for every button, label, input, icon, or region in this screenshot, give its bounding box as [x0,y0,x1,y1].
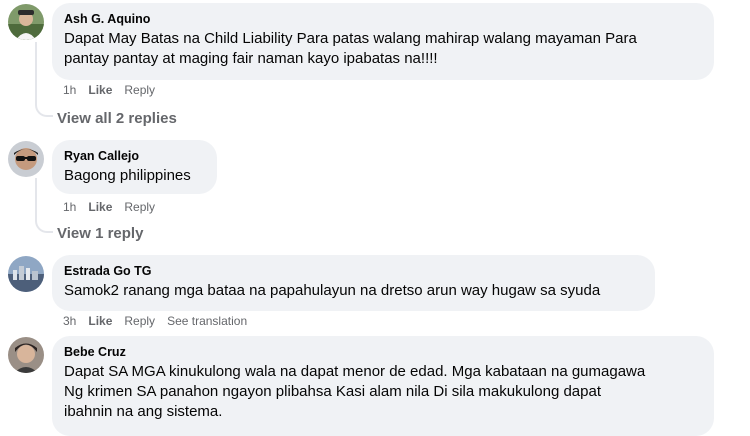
reply-button[interactable]: Reply [124,314,155,328]
comment-author[interactable]: Ryan Callejo [64,148,205,164]
reply-button[interactable]: Reply [124,83,155,97]
view-replies-link[interactable]: View 1 reply [57,225,143,243]
avatar[interactable] [8,141,44,177]
comment-actions: 1h Like Reply [63,83,167,97]
comment-bubble: Ryan Callejo Bagong philippines [52,140,217,194]
comment-actions: 1h Like Reply [63,200,167,214]
comment-text: Ng krimen SA panahon ngayon plibahsa Kas… [64,383,601,400]
comment-author[interactable]: Estrada Go TG [64,263,643,279]
thread-connector [35,219,53,233]
thread-connector [35,103,53,117]
avatar-photo [8,4,44,40]
avatar[interactable] [8,337,44,373]
avatar[interactable] [8,256,44,292]
comment-author[interactable]: Bebe Cruz [64,344,702,360]
comment-text: ibahnin na ang sistema. [64,403,223,420]
comment-text: Samok2 ranang mga bataa na papahulayun n… [64,282,601,299]
comment-time[interactable]: 1h [63,200,76,214]
see-translation-link[interactable]: See translation [167,314,247,328]
avatar[interactable] [8,4,44,40]
thread-line [35,42,37,104]
comment-bubble: Bebe Cruz Dapat SA MGA kinukulong wala n… [52,336,714,436]
comment-bubble: Ash G. Aquino Dapat May Batas na Child L… [52,3,714,80]
comment-time[interactable]: 1h [63,83,76,97]
view-replies-link[interactable]: View all 2 replies [57,110,177,128]
comment-bubble: Estrada Go TG Samok2 ranang mga bataa na… [52,255,655,311]
comment-text: pantay pantay at maging fair naman kayo … [64,50,438,67]
thread-line [35,178,37,220]
comment-text: Dapat SA MGA kinukulong wala na dapat me… [64,363,646,380]
avatar-photo [8,337,44,373]
avatar-photo [8,141,44,177]
avatar-photo [8,256,44,292]
comment-author[interactable]: Ash G. Aquino [64,11,702,27]
like-button[interactable]: Like [88,83,112,97]
reply-button[interactable]: Reply [124,200,155,214]
comment-text: Bagong philippines [64,167,191,184]
like-button[interactable]: Like [88,200,112,214]
like-button[interactable]: Like [88,314,112,328]
comment-time[interactable]: 3h [63,314,76,328]
comment-text: Dapat May Batas na Child Liability Para … [64,30,637,47]
comment-actions: 3h Like Reply See translation [63,314,259,328]
